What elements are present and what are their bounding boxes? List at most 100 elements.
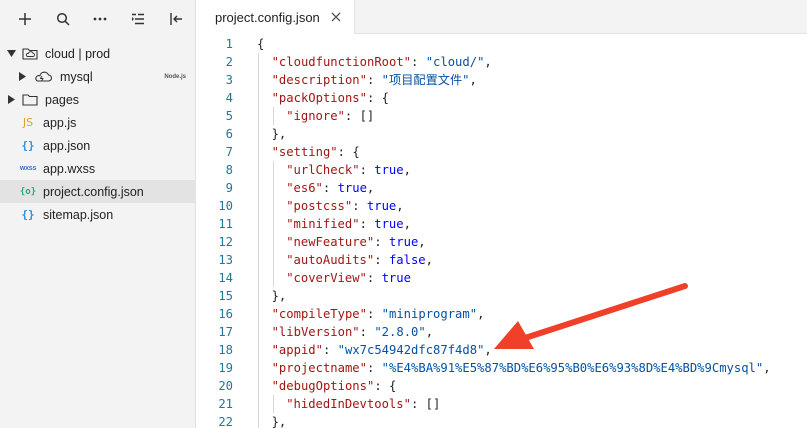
- config-file-icon: {o}: [19, 186, 37, 197]
- code-line[interactable]: 7 "setting": {: [197, 143, 807, 161]
- chevron-right-icon[interactable]: [17, 72, 27, 82]
- line-number: 21: [218, 397, 233, 411]
- code-token: true: [374, 163, 404, 177]
- code-text: "setting": {: [272, 143, 360, 161]
- code-token: : []: [410, 397, 441, 411]
- code-line[interactable]: 6},: [197, 125, 807, 143]
- code-line[interactable]: 18 "appid": "wx7c54942dfc87f4d8",: [197, 341, 807, 359]
- tab-label: project.config.json: [215, 9, 320, 25]
- search-icon: [56, 12, 70, 26]
- line-number: 10: [218, 199, 233, 213]
- line-number: 16: [218, 307, 233, 321]
- code-token: :: [366, 307, 382, 321]
- code-token: :: [322, 343, 338, 357]
- code-token: ,: [403, 217, 411, 231]
- line-number: 1: [225, 37, 233, 51]
- code-token: : {: [374, 379, 397, 393]
- code-token: "postcss": [286, 199, 353, 213]
- tree-item-label: app.json: [43, 138, 91, 153]
- tree-item-app-js[interactable]: JS app.js: [0, 111, 196, 134]
- js-file-icon: JS: [22, 116, 34, 129]
- tree-item-label: app.js: [43, 115, 77, 130]
- code-token: ,: [396, 199, 404, 213]
- code-line[interactable]: 1{: [197, 35, 807, 53]
- tree-item-project-config[interactable]: {o} project.config.json: [0, 180, 196, 203]
- explorer-toolbar: [0, 0, 195, 38]
- more-button[interactable]: [82, 4, 120, 34]
- tree-item-label: pages: [45, 92, 80, 107]
- collapse-button[interactable]: [157, 4, 195, 34]
- code-token: },: [271, 289, 287, 303]
- tree-item-label: app.wxss: [43, 161, 96, 176]
- code-token: "miniprogram": [381, 307, 478, 321]
- code-token: "%E4%BA%91%E5%87%BD%E6%95%B0%E6%93%8D%E4…: [381, 361, 764, 375]
- code-token: true: [374, 217, 404, 231]
- tree-item-app-json[interactable]: {} app.json: [0, 134, 196, 157]
- editor-tab-bar: project.config.json: [197, 0, 807, 34]
- code-line[interactable]: 12 "newFeature": true,: [197, 233, 807, 251]
- code-token: "debugOptions": [271, 379, 375, 393]
- code-line[interactable]: 11 "minified": true,: [197, 215, 807, 233]
- tree-item-mysql[interactable]: mysql Node.js: [0, 65, 196, 88]
- code-text: "ignore": []: [286, 107, 374, 125]
- code-line[interactable]: 15},: [197, 287, 807, 305]
- outline-button[interactable]: [119, 4, 157, 34]
- code-line[interactable]: 2 "cloudfunctionRoot": "cloud/",: [197, 53, 807, 71]
- tree-item-app-wxss[interactable]: wxss app.wxss: [0, 157, 196, 180]
- chevron-down-icon[interactable]: [6, 49, 16, 59]
- code-token: :: [374, 235, 389, 249]
- code-token: "hidedInDevtools": [286, 397, 411, 411]
- code-line[interactable]: 10 "postcss": true,: [197, 197, 807, 215]
- code-line[interactable]: 4 "packOptions": {: [197, 89, 807, 107]
- chevron-right-icon[interactable]: [6, 95, 16, 105]
- code-line[interactable]: 17 "libVersion": "2.8.0",: [197, 323, 807, 341]
- code-line[interactable]: 13 "autoAudits": false,: [197, 251, 807, 269]
- code-line[interactable]: 14 "coverView": true: [197, 269, 807, 287]
- code-text: {: [257, 35, 264, 53]
- code-token: true: [388, 235, 419, 249]
- code-editor[interactable]: 1{2 "cloudfunctionRoot": "cloud/", 3 "descr…: [197, 35, 807, 428]
- search-button[interactable]: [44, 4, 82, 34]
- line-number: 15: [218, 289, 233, 303]
- code-line[interactable]: 16 "compileType": "miniprogram",: [197, 305, 807, 323]
- code-token: "urlCheck": [286, 163, 360, 177]
- tree-item-sitemap-json[interactable]: {} sitemap.json: [0, 203, 196, 226]
- line-number: 3: [225, 73, 233, 87]
- code-line[interactable]: 19 "projectname": "%E4%BA%91%E5%87%BD%E6%…: [197, 359, 807, 377]
- code-line[interactable]: 22},: [197, 413, 807, 428]
- add-button[interactable]: [6, 4, 44, 34]
- tree-item-pages[interactable]: pages: [0, 88, 196, 111]
- tree-item-label: project.config.json: [43, 184, 144, 199]
- line-number: 2: [225, 55, 233, 69]
- code-token: ,: [484, 55, 492, 69]
- code-token: "projectname": [271, 361, 367, 375]
- code-line[interactable]: 3 "description": "项目配置文件",: [197, 71, 807, 89]
- code-token: "cloudfunctionRoot": [271, 55, 412, 69]
- code-text: },: [272, 413, 287, 428]
- code-line[interactable]: 8 "urlCheck": true,: [197, 161, 807, 179]
- code-line[interactable]: 9 "es6": true,: [197, 179, 807, 197]
- code-token: "coverView": [286, 271, 367, 285]
- code-line[interactable]: 5 "ignore": []: [197, 107, 807, 125]
- code-text: "autoAudits": false,: [286, 251, 433, 269]
- code-text: "newFeature": true,: [286, 233, 425, 251]
- line-number: 19: [218, 361, 233, 375]
- close-icon[interactable]: [330, 11, 342, 23]
- json-file-icon: {}: [21, 208, 35, 221]
- code-text: "hidedInDevtools": []: [286, 395, 440, 413]
- code-line[interactable]: 21 "hidedInDevtools": []: [197, 395, 807, 413]
- code-line[interactable]: 20 "debugOptions": {: [197, 377, 807, 395]
- code-token: : {: [337, 145, 360, 159]
- code-token: false: [388, 253, 426, 267]
- code-token: "项目配置文件": [381, 73, 470, 87]
- code-token: "autoAudits": [286, 253, 375, 267]
- code-token: :: [366, 271, 382, 285]
- tree-item-cloud[interactable]: cloud | prod: [0, 42, 196, 65]
- code-text: "debugOptions": {: [272, 377, 397, 395]
- code-text: "libVersion": "2.8.0",: [272, 323, 433, 341]
- code-token: },: [271, 127, 287, 141]
- code-token: ,: [763, 361, 771, 375]
- tab-project-config[interactable]: project.config.json: [197, 0, 355, 34]
- code-token: },: [271, 415, 287, 428]
- cloud-folder-icon: [22, 47, 38, 60]
